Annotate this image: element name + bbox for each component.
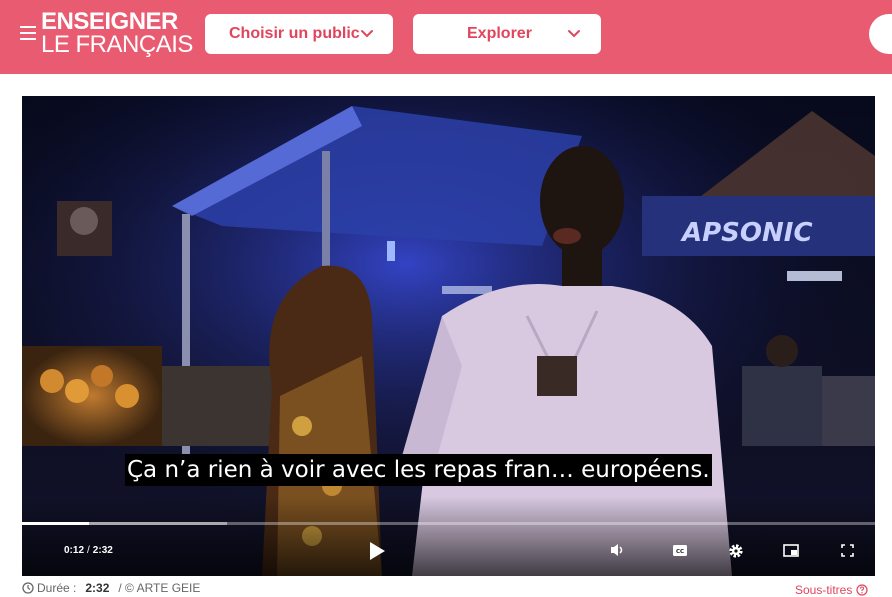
play-icon[interactable] xyxy=(368,541,386,561)
subtitles-link[interactable]: Sous-titres xyxy=(795,583,868,597)
apsonic-sign: APSONIC xyxy=(680,218,813,248)
explore-dropdown[interactable]: Explorer xyxy=(413,14,601,54)
search-button[interactable] xyxy=(869,14,892,54)
svg-text:CC: CC xyxy=(676,549,684,555)
site-logo[interactable]: ENSEIGNER LE FRANÇAIS xyxy=(41,8,193,58)
time-display: 0:12/2:32 xyxy=(64,545,113,556)
picture-in-picture-icon[interactable] xyxy=(783,544,799,557)
progress-bar[interactable] xyxy=(22,522,875,525)
controls-overlay xyxy=(22,496,875,576)
explore-label: Explorer xyxy=(467,25,532,42)
duration-label: Durée : xyxy=(37,581,77,595)
volume-icon[interactable] xyxy=(610,543,626,557)
video-player[interactable]: APSONIC Ça n’a rien à voir avec les repa… xyxy=(22,96,875,576)
logo-line-1: ENSEIGNER xyxy=(41,8,178,35)
progress-played xyxy=(22,522,90,525)
help-icon xyxy=(856,584,868,596)
chevron-down-icon xyxy=(361,30,373,38)
video-meta: Durée : 2:32 / © ARTE GEIE xyxy=(22,581,200,595)
current-time: 0:12 xyxy=(64,545,85,556)
total-duration: 2:32 xyxy=(92,545,113,556)
duration-value: 2:32 xyxy=(85,581,110,595)
settings-icon[interactable] xyxy=(728,543,744,559)
fullscreen-icon[interactable] xyxy=(841,544,854,557)
clock-icon xyxy=(22,582,34,594)
copyright-credit: / © ARTE GEIE xyxy=(118,581,201,595)
menu-icon[interactable] xyxy=(20,26,36,40)
top-navigation-bar: ENSEIGNER LE FRANÇAIS Choisir un public … xyxy=(0,0,892,74)
choose-audience-dropdown[interactable]: Choisir un public xyxy=(205,14,393,54)
subtitle-caption: Ça n’a rien à voir avec les repas fran… … xyxy=(125,454,712,486)
subtitles-label: Sous-titres xyxy=(795,583,853,597)
captions-icon[interactable]: CC xyxy=(673,545,687,556)
chevron-down-icon xyxy=(568,30,580,38)
choose-audience-label: Choisir un public xyxy=(229,25,360,42)
logo-line-2: LE FRANÇAIS xyxy=(41,31,193,58)
